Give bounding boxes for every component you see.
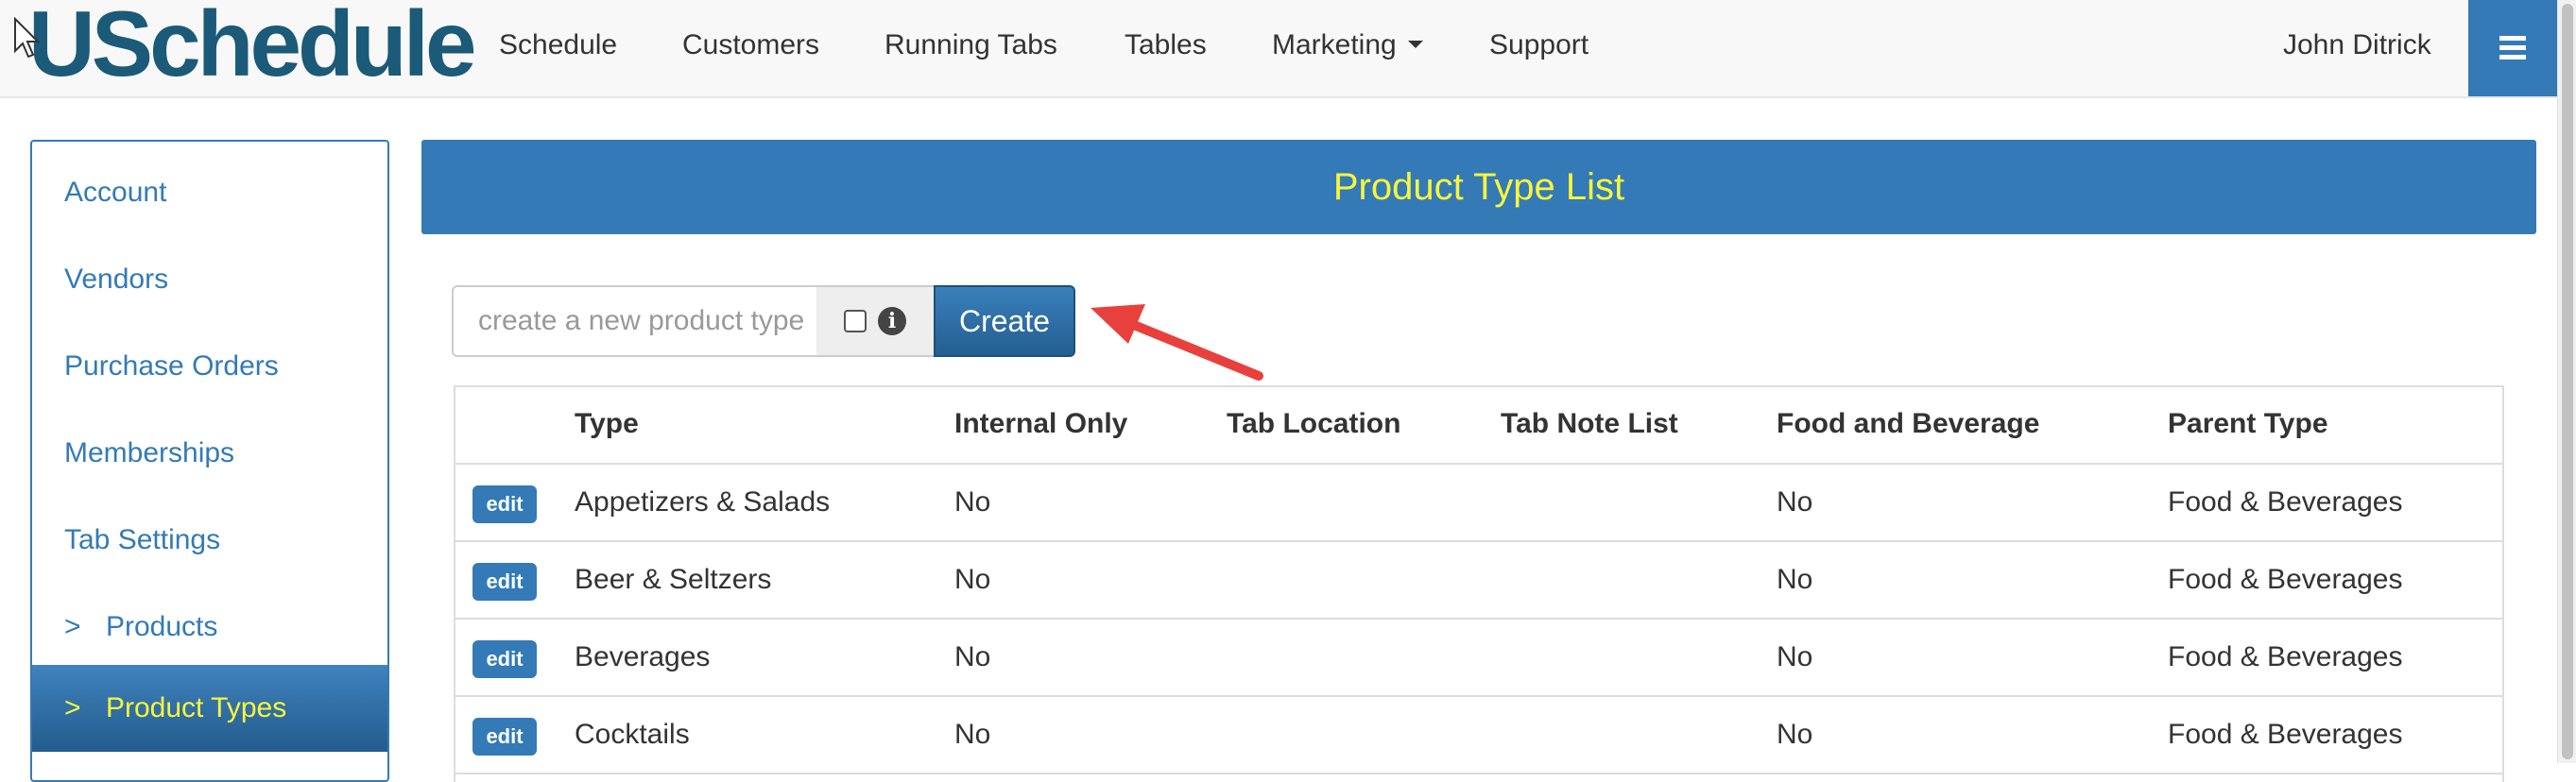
cell-internal-only: No — [954, 486, 991, 518]
cell-parent-type: Food & Beverages — [2168, 641, 2403, 672]
mouse-cursor-icon — [14, 17, 40, 59]
column-header-parent-type: Parent Type — [2168, 408, 2328, 439]
cell-food-and-beverage: No — [1777, 486, 1813, 518]
cell-food-and-beverage: No — [1777, 719, 1813, 750]
sidebar-item-label: Vendors — [64, 264, 169, 295]
sidebar-item-purchase-orders[interactable]: Purchase Orders — [32, 323, 387, 410]
edit-button[interactable]: edit — [472, 718, 537, 756]
cell-food-and-beverage: No — [1777, 641, 1813, 672]
sidebar-item-tab-settings[interactable]: Tab Settings — [32, 497, 387, 584]
page-title: Product Type List — [421, 140, 2536, 234]
cell-parent-type: Food & Beverages — [2168, 719, 2403, 750]
menu-toggle-button[interactable] — [2468, 0, 2557, 96]
top-navbar: USchedule Schedule Customers Running Tab… — [0, 0, 2576, 98]
cell-type: Appetizers & Salads — [575, 486, 831, 518]
sidebar: Account Vendors Purchase Orders Membersh… — [30, 140, 389, 782]
internal-only-checkbox[interactable] — [844, 310, 867, 332]
sidebar-item-account[interactable]: Account — [32, 149, 387, 236]
edit-button[interactable]: edit — [472, 563, 537, 601]
sidebar-item-memberships[interactable]: Memberships — [32, 410, 387, 497]
internal-only-addon: i — [816, 285, 936, 357]
cell-type: Beverages — [575, 641, 711, 672]
nav-marketing[interactable]: Marketing — [1272, 0, 1423, 98]
sidebar-item-label: Products — [106, 611, 218, 642]
nav-tables[interactable]: Tables — [1125, 0, 1207, 98]
hamburger-icon — [2499, 36, 2526, 60]
chevron-right-icon: > — [64, 611, 81, 642]
column-header-type: Type — [575, 408, 639, 439]
sidebar-item-label: Product Types — [106, 692, 287, 723]
table-row: edit Beverages No No Food & Beverages — [455, 620, 2502, 697]
cell-parent-type: Food & Beverages — [2168, 564, 2403, 595]
nav-schedule[interactable]: Schedule — [499, 0, 617, 98]
product-type-table: Type Internal Only Tab Location Tab Note… — [454, 385, 2504, 782]
nav-customers[interactable]: Customers — [682, 0, 819, 98]
cell-food-and-beverage: No — [1777, 564, 1813, 595]
annotation-arrow-icon — [1091, 304, 1263, 381]
table-row: edit Beer & Seltzers No No Food & Bevera… — [455, 542, 2502, 620]
cell-parent-type: Food & Beverages — [2168, 486, 2403, 518]
column-header-tab-location: Tab Location — [1227, 408, 1401, 439]
sidebar-item-label: Purchase Orders — [64, 350, 279, 382]
brand-logo[interactable]: USchedule — [28, 0, 476, 93]
info-icon[interactable]: i — [878, 307, 906, 335]
nav-running-tabs[interactable]: Running Tabs — [884, 0, 1057, 98]
sidebar-item-products[interactable]: > Products — [32, 584, 387, 671]
cell-internal-only: No — [954, 719, 991, 750]
chevron-right-icon: > — [64, 692, 81, 723]
column-header-food-and-beverage: Food and Beverage — [1777, 408, 2040, 439]
edit-button[interactable]: edit — [472, 640, 537, 678]
nav-support[interactable]: Support — [1489, 0, 1589, 98]
column-header-internal-only: Internal Only — [954, 408, 1128, 439]
edit-button[interactable]: edit — [472, 485, 537, 523]
cell-type: Beer & Seltzers — [575, 564, 772, 595]
nav-marketing-label: Marketing — [1272, 29, 1397, 60]
sidebar-item-label: Account — [64, 177, 167, 208]
table-row: edit Appetizers & Salads No No Food & Be… — [455, 465, 2502, 542]
create-button[interactable]: Create — [934, 285, 1075, 357]
user-menu[interactable]: John Ditrick — [2283, 0, 2431, 91]
column-header-tab-note-list: Tab Note List — [1501, 408, 1678, 439]
sidebar-item-label: Tab Settings — [64, 524, 221, 555]
caret-down-icon — [1407, 41, 1423, 49]
cell-internal-only: No — [954, 564, 991, 595]
new-product-type-input[interactable]: create a new product type — [452, 285, 818, 357]
cell-type: Cocktails — [575, 719, 690, 750]
page-scrollbar[interactable] — [2557, 0, 2576, 763]
scrollbar-thumb[interactable] — [2562, 4, 2573, 759]
cell-internal-only: No — [954, 641, 991, 672]
sidebar-item-product-types[interactable]: > Product Types — [32, 665, 387, 752]
sidebar-item-vendors[interactable]: Vendors — [32, 236, 387, 323]
sidebar-item-label: Memberships — [64, 437, 235, 468]
